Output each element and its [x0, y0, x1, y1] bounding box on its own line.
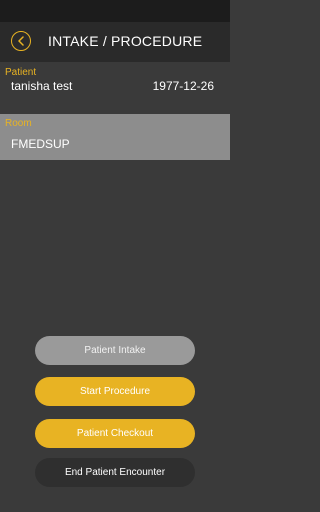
patient-dob: 1977-12-26	[152, 79, 214, 93]
status-bar	[0, 0, 230, 22]
app-header: INTAKE / PROCEDURE	[0, 22, 230, 62]
patient-label: Patient	[5, 67, 37, 78]
bottom-bar	[0, 490, 230, 512]
chevron-left-icon	[17, 36, 25, 46]
back-button[interactable]	[11, 31, 31, 51]
patient-checkout-button[interactable]: Patient Checkout	[35, 419, 195, 448]
page-title: INTAKE / PROCEDURE	[48, 33, 203, 49]
start-procedure-button[interactable]: Start Procedure	[35, 377, 195, 406]
room-label: Room	[5, 118, 32, 129]
room-section: Room FMEDSUP	[0, 114, 230, 160]
patient-intake-button[interactable]: Patient Intake	[35, 336, 195, 365]
end-patient-encounter-button[interactable]: End Patient Encounter	[35, 458, 195, 487]
patient-section: Patient tanisha test 1977-12-26	[0, 62, 230, 100]
patient-name: tanisha test	[11, 79, 73, 93]
room-value: FMEDSUP	[11, 137, 70, 151]
